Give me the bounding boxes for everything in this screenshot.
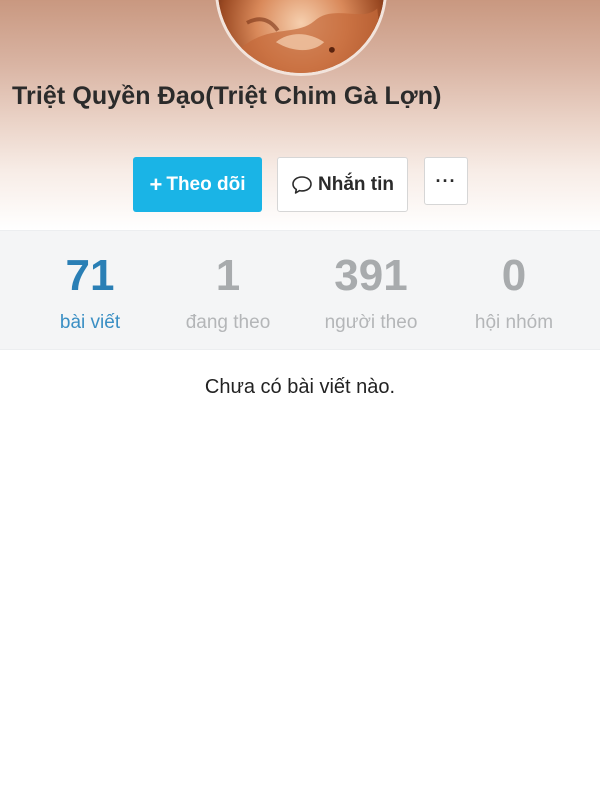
profile-stats: 71 bài viết 1 đang theo 391 người theo 0… — [0, 230, 600, 350]
more-options-button[interactable]: ··· — [424, 157, 468, 205]
speech-bubble-icon — [291, 175, 313, 195]
message-button-label: Nhắn tin — [318, 173, 394, 195]
stat-posts-label: bài viết — [59, 312, 121, 333]
stat-followers[interactable]: 391 người theo — [296, 231, 446, 351]
stat-posts-value: 71 — [65, 251, 115, 300]
message-button[interactable]: Nhắn tin — [277, 157, 408, 212]
stat-groups-label: hội nhóm — [474, 312, 554, 333]
stat-followers-label: người theo — [324, 312, 418, 333]
plus-icon: + — [149, 171, 163, 197]
stat-followers-value: 391 — [334, 251, 408, 300]
avatar[interactable] — [215, 0, 387, 76]
stat-following[interactable]: 1 đang theo — [153, 231, 303, 351]
avatar-image — [218, 0, 384, 73]
follow-button-label: Theo dõi — [166, 173, 246, 195]
stat-following-label: đang theo — [185, 312, 271, 333]
follow-button[interactable]: + Theo dõi — [133, 157, 262, 212]
profile-header: Triệt Quyền Đạo(Triệt Chim Gà Lợn) + The… — [0, 0, 600, 230]
profile-name: Triệt Quyền Đạo(Triệt Chim Gà Lợn) — [12, 82, 442, 110]
profile-page: Triệt Quyền Đạo(Triệt Chim Gà Lợn) + The… — [0, 0, 600, 800]
stat-groups-value: 0 — [501, 251, 527, 300]
empty-posts-message: Chưa có bài viết nào. — [204, 376, 396, 398]
stat-following-value: 1 — [215, 251, 241, 300]
stat-groups[interactable]: 0 hội nhóm — [439, 231, 589, 351]
stat-posts[interactable]: 71 bài viết — [15, 231, 165, 351]
